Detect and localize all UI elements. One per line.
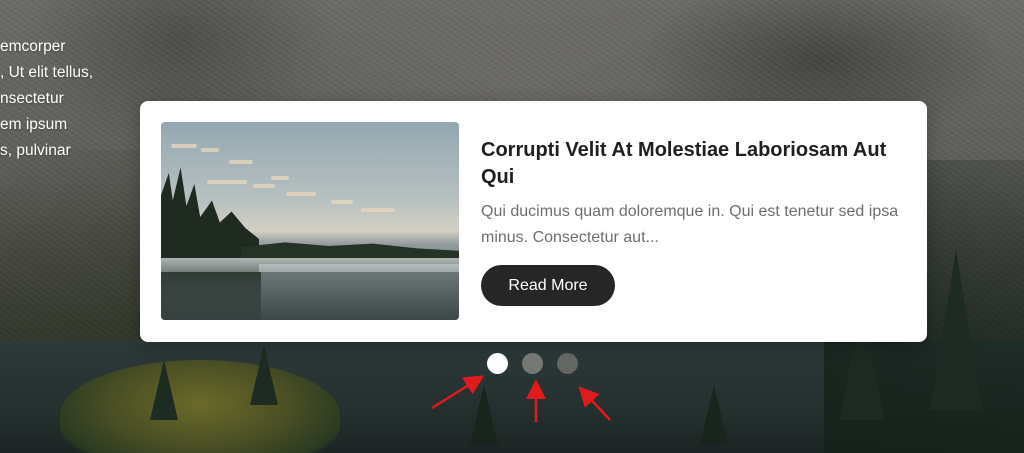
pagination-dot-3[interactable] [557, 353, 578, 374]
background-text-snippet: emcorper , Ut elit tellus, nsectetur em … [0, 38, 94, 159]
read-more-button[interactable]: Read More [481, 265, 615, 306]
post-excerpt: Qui ducimus quam doloremque in. Qui est … [481, 203, 899, 246]
post-title[interactable]: Corrupti Velit At Molestiae Laboriosam A… [481, 137, 901, 191]
pine-tree [930, 250, 982, 410]
pine-tree [150, 360, 178, 420]
thumbnail-reflection [161, 272, 261, 320]
pine-tree [700, 385, 728, 445]
pagination-dot-1[interactable] [487, 353, 508, 374]
post-thumbnail[interactable] [161, 122, 459, 320]
post-card: Corrupti Velit At Molestiae Laboriosam A… [140, 101, 927, 342]
pine-tree [470, 385, 498, 445]
pagination-dot-2[interactable] [522, 353, 543, 374]
pine-tree [250, 345, 278, 405]
